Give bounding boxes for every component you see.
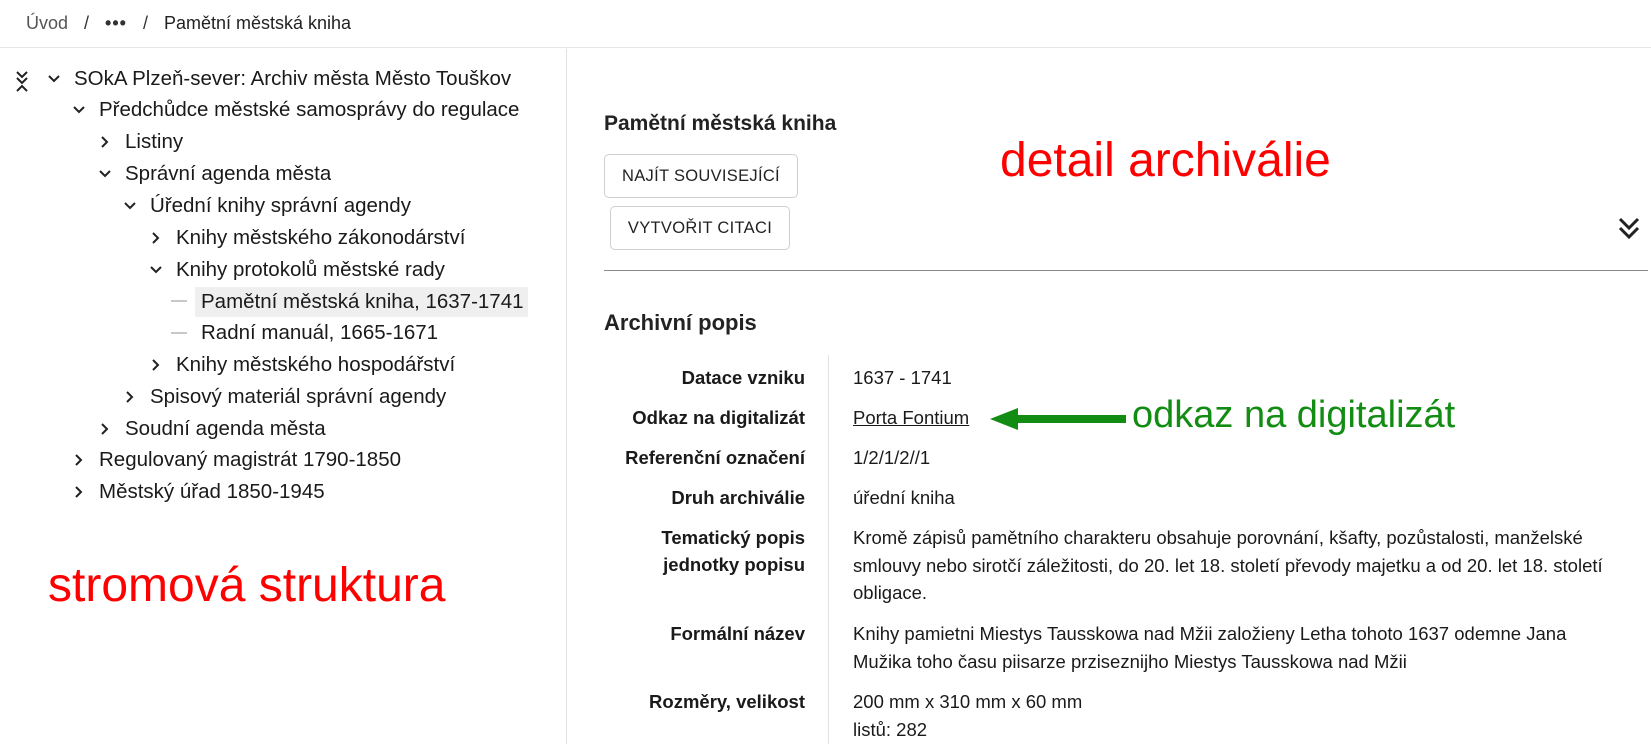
tree-node-label: Knihy městského zákonodárství [176, 226, 466, 249]
property-value-dating: 1637 - 1741 [853, 367, 952, 388]
leaf-dash-icon [171, 300, 187, 302]
tree-node-label: SOkA Plzeň-sever: Archiv města Město Tou… [74, 67, 512, 90]
tree-node-label: Úřední knihy správní agendy [150, 194, 411, 217]
chevron-down-icon[interactable] [95, 164, 115, 184]
divider [604, 270, 1648, 271]
tree-node-label: Správní agenda města [125, 162, 332, 185]
tree-node[interactable]: Předchůdce městské samosprávy do regulac… [73, 96, 520, 124]
tree-node-label: Knihy protokolů městské rady [176, 258, 445, 281]
property-label-type: Druh archiválie [671, 487, 805, 508]
leaf-dash-icon [171, 332, 187, 334]
property-label-digital-link: Odkaz na digitalizát [632, 407, 805, 428]
property-value-type: úřední kniha [853, 487, 955, 508]
detail-title: Pamětní městská kniha [604, 112, 837, 135]
chevron-right-icon[interactable] [146, 355, 166, 375]
property-value-formal-name: Knihy pamietni Miestys Tausskowa nad Mži… [853, 620, 1566, 675]
property-value-line: Kromě zápisů pamětního charakteru obsahu… [853, 527, 1583, 548]
property-label-dating: Datace vzniku [681, 367, 805, 388]
tree-node-label: Listiny [125, 130, 184, 153]
property-label-topic: Tematický popis jednotky popisu [661, 524, 805, 578]
breadcrumb: Úvod / ••• / Pamětní městská kniha [0, 0, 1651, 48]
tree-node[interactable]: Radní manuál, 1665-1671 [171, 319, 439, 347]
property-column-divider [828, 355, 829, 744]
tree-node[interactable]: Knihy městského zákonodárství [152, 224, 466, 252]
annotation-tree-structure: stromová struktura [48, 559, 446, 612]
chevron-down-icon[interactable] [69, 100, 89, 120]
property-label-formal-name: Formální název [670, 623, 805, 644]
tree-node-label: Předchůdce městské samosprávy do regulac… [99, 98, 520, 121]
tree-node[interactable]: Listiny [101, 128, 184, 156]
tree-node-selected[interactable]: Pamětní městská kniha, 1637-1741 [171, 287, 528, 317]
tree-node-label: Soudní agenda města [125, 417, 326, 440]
property-value-line: 200 mm x 310 mm x 60 mm [853, 691, 1083, 712]
property-value-reference: 1/2/1/2//1 [853, 447, 931, 468]
tree-node[interactable]: Soudní agenda města [101, 415, 326, 443]
property-label-line: jednotky popisu [663, 554, 805, 575]
property-value-line: Knihy pamietni Miestys Tausskowa nad Mži… [853, 623, 1567, 644]
breadcrumb-ellipsis-button[interactable]: ••• [105, 13, 127, 34]
property-value-topic: Kromě zápisů pamětního charakteru obsahu… [853, 524, 1603, 607]
chevron-down-icon[interactable] [44, 69, 64, 89]
annotation-detail: detail archiválie [1000, 134, 1331, 187]
chevron-right-icon[interactable] [146, 228, 166, 248]
property-value-digital-link: Porta Fontium [853, 404, 969, 432]
property-value-line: obligace. [853, 582, 928, 603]
property-label-dimensions: Rozměry, velikost [649, 691, 805, 712]
chevron-right-icon[interactable] [69, 482, 89, 502]
chevron-right-icon[interactable] [95, 132, 115, 152]
property-value-line: listů: 282 [853, 718, 928, 740]
chevron-right-icon[interactable] [120, 387, 140, 407]
chevron-right-icon[interactable] [95, 419, 115, 439]
tree-node[interactable]: SOkA Plzeň-sever: Archiv města Město Tou… [48, 65, 512, 93]
tree-node-label: Radní manuál, 1665-1671 [201, 321, 439, 344]
tree-node-label: Městský úřad 1850-1945 [99, 480, 325, 503]
breadcrumb-separator: / [142, 13, 148, 33]
chevron-down-icon[interactable] [120, 196, 140, 216]
property-label-line: Tematický popis [661, 527, 805, 548]
section-title-archival-description: Archivní popis [604, 310, 757, 335]
tree-node[interactable]: Městský úřad 1850-1945 [75, 478, 325, 506]
property-value-line: smlouvy nebo sirotčí záležitosti, do 20.… [853, 554, 1603, 576]
breadcrumb-separator: / [84, 13, 90, 33]
porta-fontium-link[interactable]: Porta Fontium [853, 407, 969, 428]
tree-node[interactable]: Správní agenda města [99, 160, 332, 188]
property-label-reference: Referenční označení [625, 447, 805, 468]
expand-all-icon[interactable] [1616, 215, 1642, 243]
chevron-down-icon[interactable] [146, 260, 166, 280]
tree-node-label: Regulovaný magistrát 1790-1850 [99, 448, 401, 471]
tree-node[interactable]: Regulovaný magistrát 1790-1850 [75, 446, 401, 474]
property-value-dimensions: 200 mm x 310 mm x 60 mm listů: 282 [853, 688, 1082, 743]
tree-pane: SOkA Plzeň-sever: Archiv města Město Tou… [0, 49, 567, 744]
collapse-all-icon[interactable] [14, 69, 30, 93]
tree-node-label: Pamětní městská kniha, 1637-1741 [201, 290, 524, 313]
create-citation-button[interactable]: VYTVOŘIT CITACI [610, 206, 790, 250]
tree-node-label: Spisový materiál správní agendy [150, 385, 447, 408]
arrow-left-icon [990, 408, 1126, 430]
tree-node[interactable]: Knihy městského hospodářství [152, 351, 456, 379]
tree-node-label: Knihy městského hospodářství [176, 353, 456, 376]
tree-node[interactable]: Spisový materiál správní agendy [126, 383, 447, 411]
chevron-right-icon[interactable] [69, 450, 89, 470]
tree-node[interactable]: Úřední knihy správní agendy [124, 192, 411, 220]
find-related-button[interactable]: NAJÍT SOUVISEJÍCÍ [604, 154, 798, 198]
property-value-line: Mužika toho času piisarze prziseznijho M… [853, 650, 1407, 672]
breadcrumb-current: Pamětní městská kniha [163, 13, 352, 33]
tree-node[interactable]: Knihy protokolů městské rady [150, 256, 445, 284]
annotation-digital-link: odkaz na digitalizát [1132, 394, 1456, 436]
breadcrumb-home-link[interactable]: Úvod [26, 13, 68, 34]
